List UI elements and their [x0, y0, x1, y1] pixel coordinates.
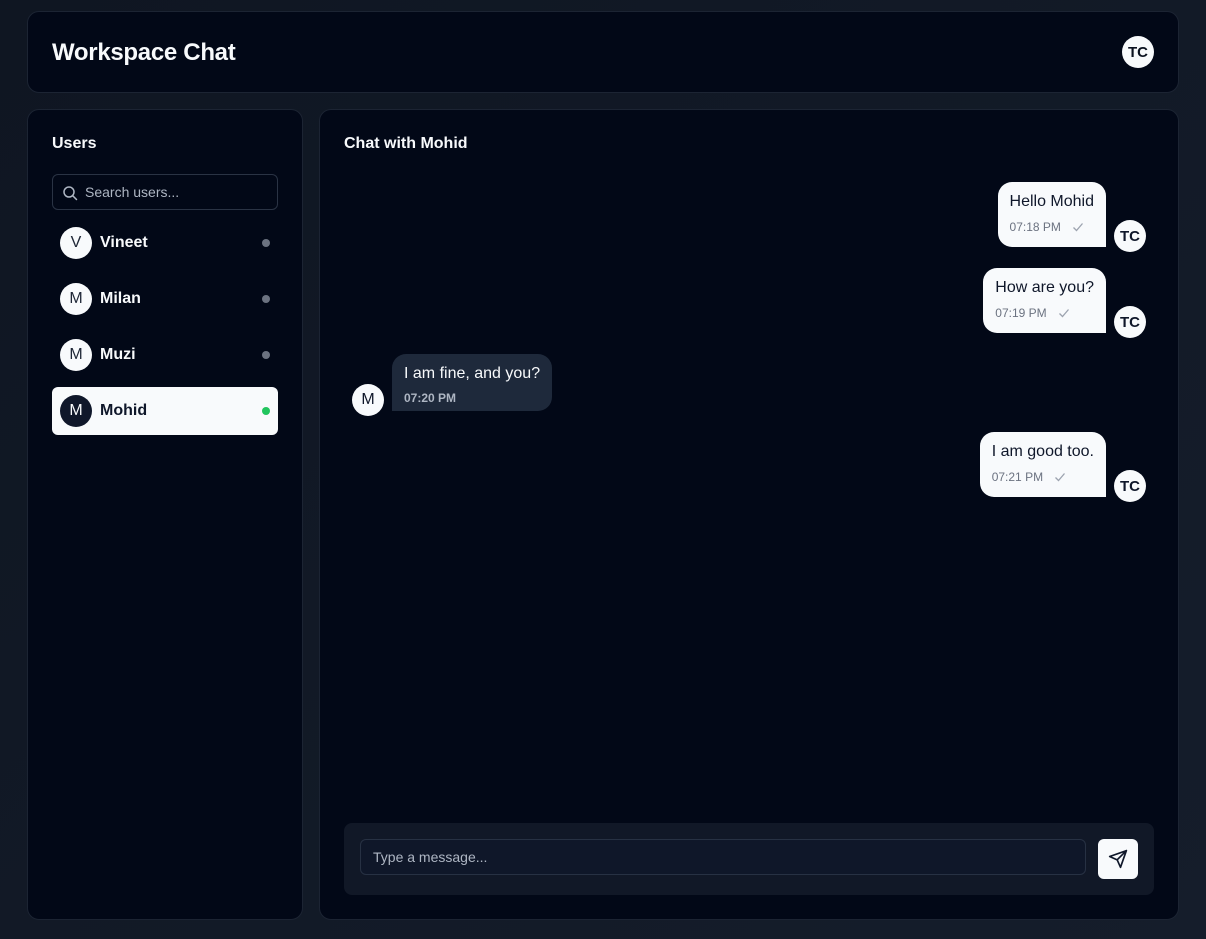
message-composer	[344, 823, 1154, 895]
user-item-name: Vineet	[100, 234, 148, 251]
message-bubble-outgoing: I am good too. 07:21 PM	[979, 432, 1106, 497]
app: Workspace Chat TC Users V Vineet M Milan	[0, 0, 1206, 939]
message-bubble-incoming: I am fine, and you? 07:20 PM	[392, 354, 553, 411]
user-item-avatar: M	[60, 283, 92, 315]
message-bubble-outgoing: Hello Mohid 07:18 PM	[997, 182, 1106, 247]
status-indicator	[262, 239, 270, 247]
message-avatar: TC	[1114, 470, 1146, 502]
user-avatar[interactable]: TC	[1122, 36, 1154, 68]
user-item-muzi[interactable]: M Muzi	[52, 331, 278, 379]
check-icon	[1073, 223, 1084, 232]
status-indicator	[262, 407, 270, 415]
search-icon	[63, 186, 78, 201]
send-button[interactable]	[1098, 839, 1138, 879]
app-header: Workspace Chat TC	[27, 11, 1179, 93]
user-item-milan[interactable]: M Milan	[52, 275, 278, 323]
chat-panel: Chat with Mohid Hello Mohid 07:18 PM TC …	[319, 109, 1179, 920]
app-title: Workspace Chat	[52, 39, 236, 66]
user-item-vineet[interactable]: V Vineet	[52, 219, 278, 267]
message-time: 07:18 PM	[1009, 220, 1061, 234]
message-time: 07:21 PM	[991, 470, 1044, 484]
message-text: I am good too.	[991, 443, 1094, 460]
user-item-avatar: M	[60, 395, 92, 427]
message-text: How are you?	[995, 279, 1094, 296]
send-icon	[1108, 849, 1128, 869]
message-avatar: M	[352, 384, 384, 416]
message-avatar: TC	[1114, 306, 1146, 338]
status-indicator	[262, 295, 270, 303]
message-input[interactable]	[360, 839, 1086, 875]
message-bubble-outgoing: How are you? 07:19 PM	[983, 268, 1106, 333]
check-icon	[1059, 309, 1069, 318]
search-box[interactable]	[52, 174, 278, 210]
chat-title: Chat with Mohid	[344, 135, 468, 152]
message-time: 07:20 PM	[404, 391, 457, 405]
users-sidebar: Users V Vineet M Milan M Muzi	[27, 109, 303, 920]
user-item-avatar: V	[60, 227, 92, 259]
user-item-name: Mohid	[100, 402, 148, 419]
message-text: Hello Mohid	[1009, 193, 1094, 210]
status-indicator	[262, 351, 270, 359]
user-list: V Vineet M Milan M Muzi M Mohid	[52, 219, 278, 443]
message-time: 07:19 PM	[995, 306, 1047, 320]
user-item-name: Milan	[100, 290, 141, 307]
user-item-avatar: M	[60, 339, 92, 371]
message-avatar: TC	[1114, 220, 1146, 252]
message-text: I am fine, and you?	[404, 365, 541, 382]
sidebar-title: Users	[52, 135, 97, 152]
search-input[interactable]	[85, 175, 275, 209]
check-icon	[1055, 473, 1066, 482]
user-item-name: Muzi	[100, 346, 136, 363]
user-item-mohid[interactable]: M Mohid	[52, 387, 278, 435]
